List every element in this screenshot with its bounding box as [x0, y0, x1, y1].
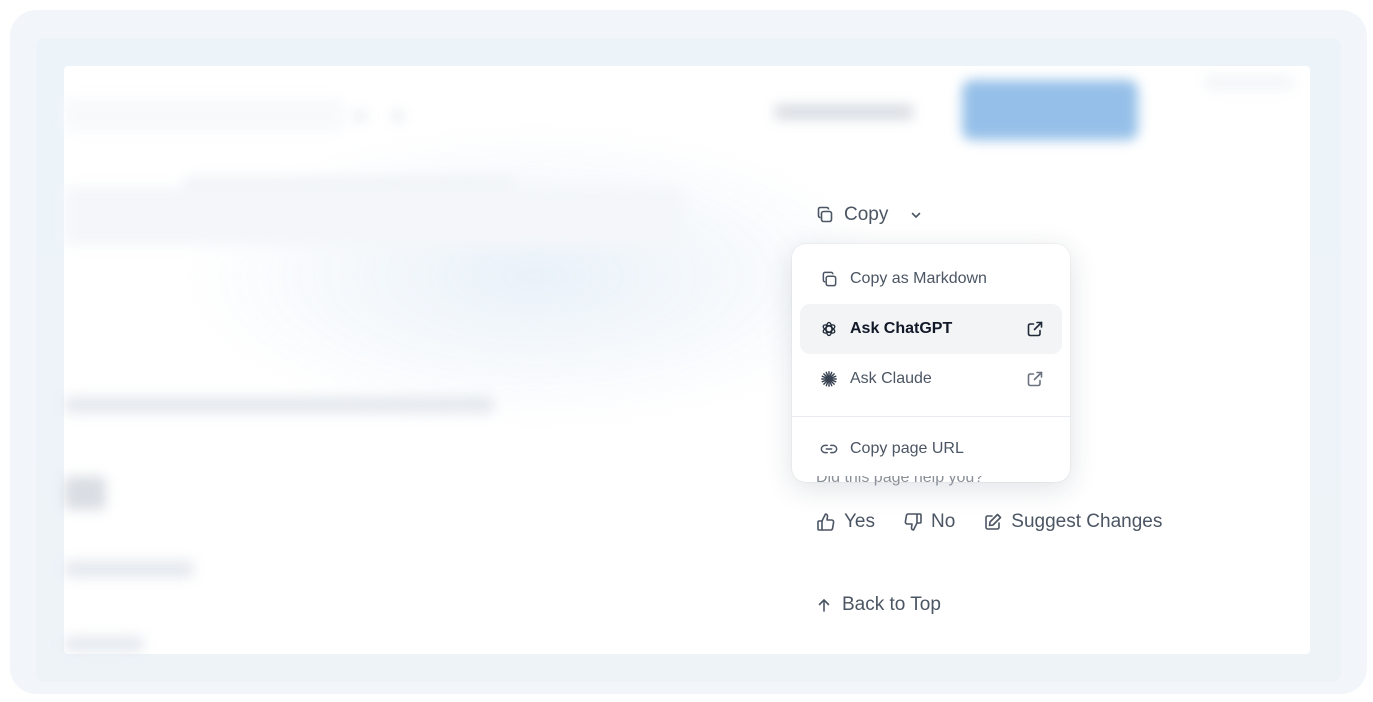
menu-item-label: Copy as Markdown: [850, 270, 987, 287]
menu-item-label: Copy page URL: [850, 440, 964, 457]
copy-icon: [816, 206, 834, 224]
window: Copy Copy as Markdown Ask ChatGPT Ask Cl…: [36, 38, 1341, 682]
feedback-row: Yes No Suggest Changes: [816, 511, 1162, 533]
yes-label: Yes: [844, 511, 875, 532]
edit-icon: [983, 512, 1003, 532]
chatgpt-logo-icon: [820, 320, 838, 338]
blurred-heading-fragment: [64, 476, 106, 510]
blurred-background: [64, 66, 1310, 654]
menu-item-label: Ask ChatGPT: [850, 320, 953, 337]
blurred-primary-button: [962, 80, 1138, 140]
menu-item-label: Ask Claude: [850, 370, 932, 387]
blurred-dot: [392, 110, 404, 122]
no-button[interactable]: No: [903, 511, 955, 533]
copy-dropdown-button[interactable]: Copy: [816, 200, 922, 230]
blurred-nav-link: [774, 104, 914, 120]
search-bar-blurred: [64, 98, 344, 132]
suggest-changes-label: Suggest Changes: [1011, 511, 1163, 532]
blurred-dot: [354, 110, 366, 122]
claude-logo-icon: [820, 370, 838, 388]
feedback-question: Did this page help you?: [816, 476, 984, 486]
menu-divider: [792, 416, 1070, 417]
link-icon: [820, 440, 838, 458]
blurred-text-line: [64, 636, 144, 652]
arrow-up-icon: [816, 597, 832, 613]
copy-icon: [820, 270, 838, 288]
yes-button[interactable]: Yes: [816, 511, 875, 533]
copy-button-label: Copy: [844, 204, 889, 225]
blurred-text-line: [64, 396, 494, 414]
menu-item-copy-as-markdown[interactable]: Copy as Markdown: [800, 254, 1062, 304]
back-to-top-label: Back to Top: [842, 594, 941, 615]
chevron-down-icon[interactable]: [910, 209, 922, 221]
thumbs-up-icon: [816, 512, 836, 532]
thumbs-down-icon: [903, 512, 923, 532]
menu-item-ask-claude[interactable]: Ask Claude: [800, 354, 1062, 404]
suggest-changes-link[interactable]: Suggest Changes: [983, 511, 1162, 533]
background-glow: [184, 126, 884, 426]
back-to-top-link[interactable]: Back to Top: [816, 594, 941, 616]
no-label: No: [931, 511, 956, 532]
blurred-block: [64, 186, 684, 246]
docs-page: Copy Copy as Markdown Ask ChatGPT Ask Cl…: [64, 66, 1310, 654]
menu-item-ask-chatgpt[interactable]: Ask ChatGPT: [800, 304, 1062, 354]
external-link-icon: [1026, 370, 1044, 388]
menu-item-copy-page-url[interactable]: Copy page URL: [800, 424, 1062, 474]
copy-dropdown-menu: Copy as Markdown Ask ChatGPT Ask Claude …: [792, 244, 1070, 482]
blurred-text-line: [64, 560, 194, 578]
blurred-corner: [1204, 76, 1294, 90]
external-link-icon: [1026, 320, 1044, 338]
